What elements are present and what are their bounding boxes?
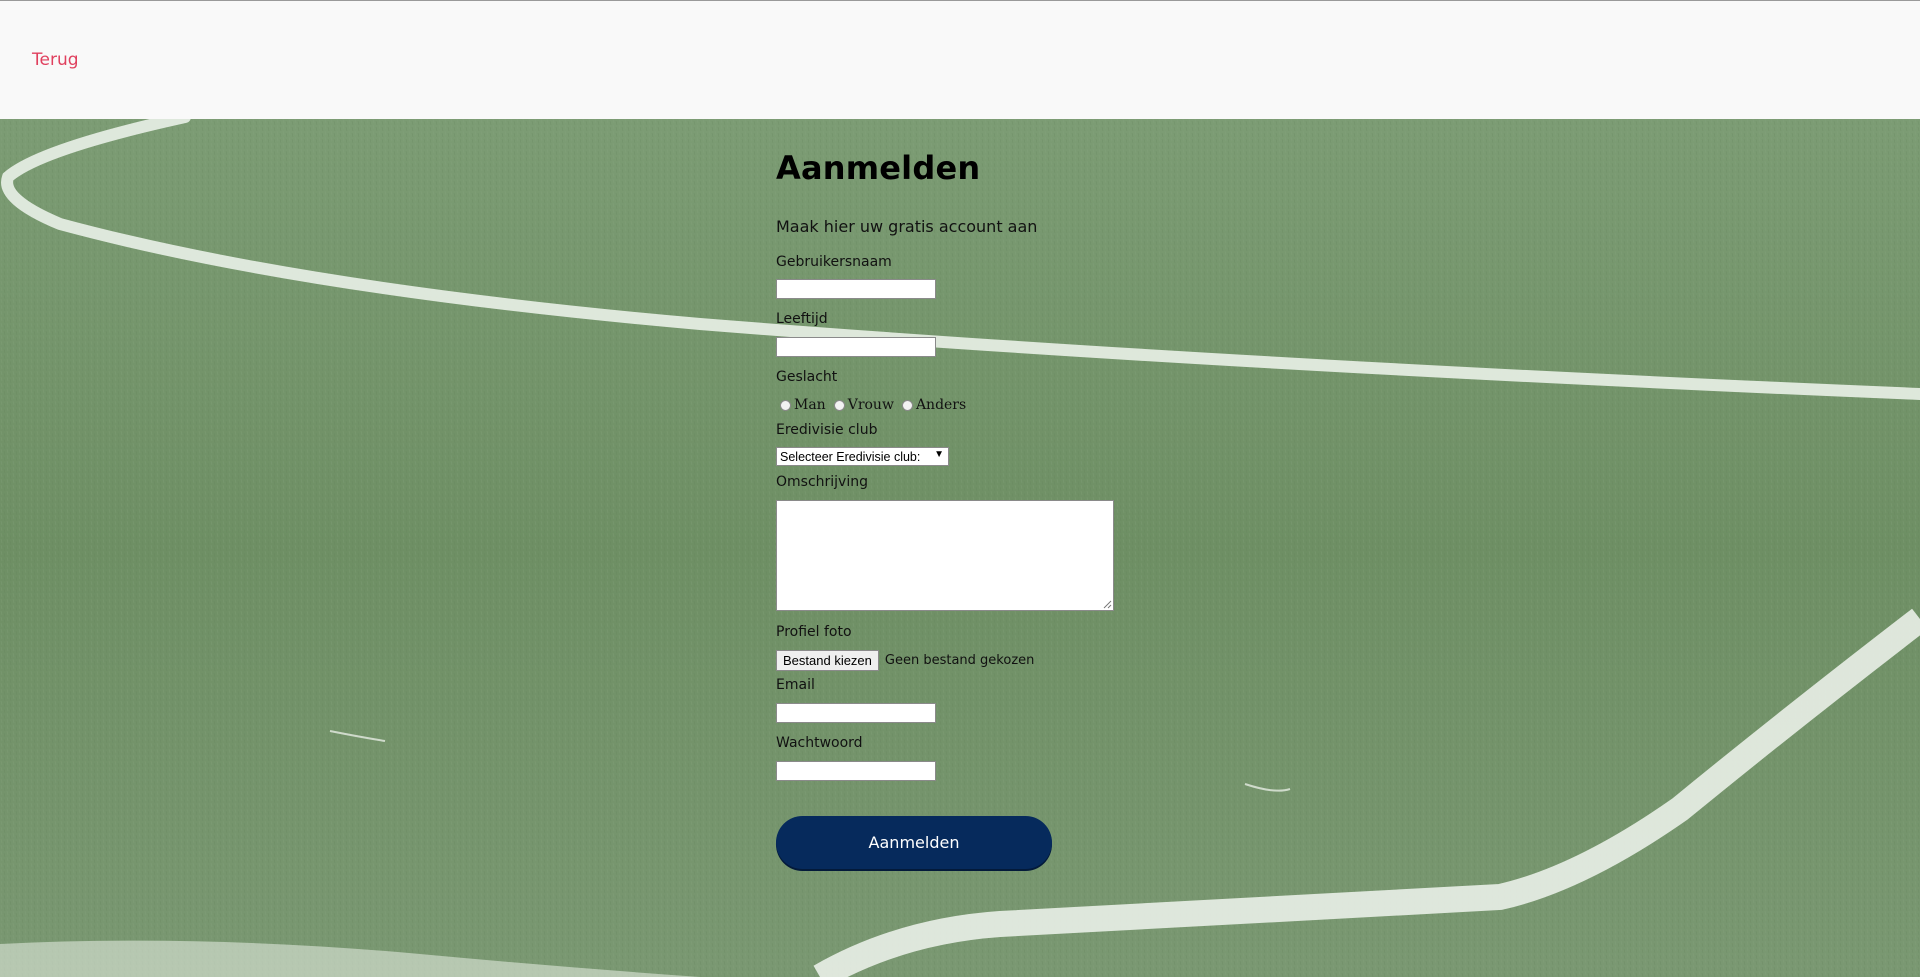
photo-label: Profiel foto: [776, 624, 852, 640]
resize-grip-icon[interactable]: [1103, 600, 1112, 609]
gender-radio-man[interactable]: [780, 399, 791, 411]
club-label: Eredivisie club: [776, 422, 878, 438]
club-select[interactable]: Selecteer Eredivisie club: ▼: [776, 447, 949, 466]
gender-option-label: Man: [794, 397, 826, 413]
page-subtitle: Maak hier uw gratis account aan: [776, 217, 1038, 236]
email-label: Email: [776, 677, 815, 693]
description-label: Omschrijving: [776, 474, 868, 490]
password-input[interactable]: [776, 761, 936, 781]
gender-option-label: Anders: [915, 397, 967, 413]
choose-file-button[interactable]: Bestand kiezen: [776, 649, 879, 671]
gender-option-label: Vrouw: [847, 397, 894, 413]
file-status-text: Geen bestand gekozen: [884, 652, 1035, 668]
top-header: Terug: [0, 1, 1920, 119]
username-input[interactable]: [776, 279, 936, 299]
password-label: Wachtwoord: [776, 735, 863, 751]
chevron-down-icon: ▼: [934, 449, 944, 460]
gender-radio-anders[interactable]: [901, 399, 913, 411]
photo-file-input: Bestand kiezen Geen bestand gekozen: [776, 649, 1034, 671]
age-input[interactable]: [776, 337, 936, 357]
club-select-value: Selecteer Eredivisie club:: [780, 449, 921, 464]
description-textarea[interactable]: [776, 500, 1114, 611]
gender-radio-vrouw[interactable]: [833, 399, 845, 411]
submit-button[interactable]: Aanmelden: [776, 816, 1052, 869]
email-input[interactable]: [776, 703, 936, 723]
page-title: Aanmelden: [776, 149, 981, 187]
age-label: Leeftijd: [776, 311, 828, 327]
gender-radio-group: Man Vrouw Anders: [776, 395, 970, 415]
gender-label: Geslacht: [776, 369, 838, 385]
back-link[interactable]: Terug: [32, 50, 79, 70]
username-label: Gebruikersnaam: [776, 254, 892, 270]
